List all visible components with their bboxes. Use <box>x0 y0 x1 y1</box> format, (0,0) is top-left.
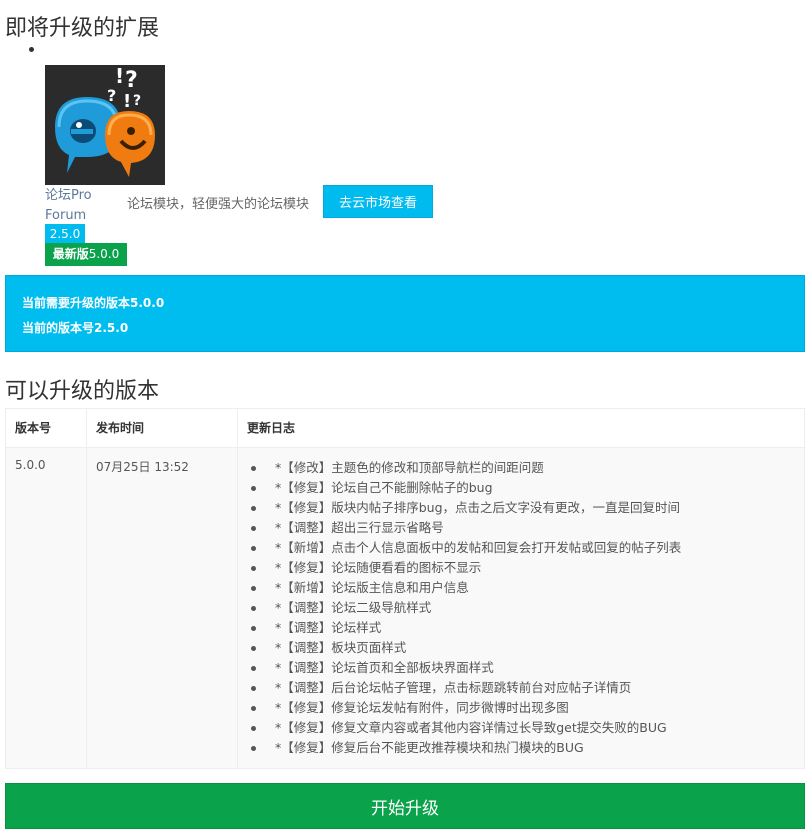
svg-text:?: ? <box>125 68 138 93</box>
latest-version-badge: 最新版5.0.0 <box>45 243 127 266</box>
cell-changelog: *【修改】主题色的修改和顶部导航栏的间距问题 *【修复】论坛自己不能删除帖子的b… <box>237 447 805 769</box>
list-item: *【新增】论坛版主信息和用户信息 <box>247 578 795 598</box>
list-item: *【修复】论坛随便看看的图标不显示 <box>247 558 795 578</box>
current-version-label: 当前的版本号 <box>22 321 95 335</box>
cell-date: 07月25日 13:52 <box>86 447 238 769</box>
version-info-box: 当前需要升级的版本5.0.0 当前的版本号2.5.0 <box>5 275 805 352</box>
list-item: *【修复】版块内帖子排序bug，点击之后文字没有更改，一直是回复时间 <box>247 498 795 518</box>
svg-text:!: ! <box>115 65 124 88</box>
list-item: *【调整】论坛首页和全部板块界面样式 <box>247 658 795 678</box>
svg-text:!: ! <box>123 91 131 112</box>
table-row: 5.0.0 07月25日 13:52 *【修改】主题色的修改和顶部导航栏的间距问… <box>5 447 805 769</box>
changelog-list: *【修改】主题色的修改和顶部导航栏的间距问题 *【修复】论坛自己不能删除帖子的b… <box>247 458 795 758</box>
list-item: *【调整】论坛样式 <box>247 618 795 638</box>
list-item: *【调整】超出三行显示省略号 <box>247 518 795 538</box>
column-header-changelog: 更新日志 <box>237 408 805 448</box>
latest-label: 最新版 <box>52 247 89 261</box>
svg-text:?: ? <box>107 86 116 105</box>
list-bullet <box>29 47 34 52</box>
required-version-line: 当前需要升级的版本5.0.0 <box>22 291 788 316</box>
current-version-value: 2.5.0 <box>94 321 129 335</box>
versions-table: 版本号 发布时间 更新日志 5.0.0 07月25日 13:52 *【修改】主题… <box>5 408 805 769</box>
latest-version: 5.0.0 <box>88 247 120 261</box>
list-item: *【修复】论坛自己不能删除帖子的bug <box>247 478 795 498</box>
versions-title: 可以升级的版本 <box>5 379 160 404</box>
svg-text:?: ? <box>133 93 141 109</box>
column-header-version: 版本号 <box>5 408 87 448</box>
plugin-name[interactable]: 论坛Pro Forum <box>45 186 92 226</box>
list-item: *【新增】点击个人信息面板中的发帖和回复会打开发帖或回复的帖子列表 <box>247 538 795 558</box>
current-version-badge: 2.5.0 <box>45 224 85 244</box>
required-version-value: 5.0.0 <box>130 296 165 310</box>
list-item: *【调整】板块页面样式 <box>247 638 795 658</box>
list-item: *【调整】论坛二级导航样式 <box>247 598 795 618</box>
plugin-name-line-2: Forum <box>45 208 87 223</box>
table-header-row: 版本号 发布时间 更新日志 <box>5 408 805 448</box>
column-header-date: 发布时间 <box>86 408 238 448</box>
plugin-description: 论坛模块，轻便强大的论坛模块 <box>127 197 310 212</box>
required-version-label: 当前需要升级的版本 <box>22 296 131 310</box>
forum-chat-bubbles-icon: ! ? ? ! ? <box>45 65 165 185</box>
plugin-name-line: 论坛Pro <box>45 188 92 203</box>
start-upgrade-button[interactable]: 开始升级 <box>5 783 805 829</box>
view-cloud-market-button[interactable]: 去云市场查看 <box>323 185 433 218</box>
list-item: *【修复】修复论坛发帖有附件，同步微博时出现多图 <box>247 698 795 718</box>
upcoming-title: 即将升级的扩展 <box>5 16 160 41</box>
current-version-line: 当前的版本号2.5.0 <box>22 316 788 341</box>
list-item: *【修复】修复文章内容或者其他内容详情过长导致get提交失败的BUG <box>247 718 795 738</box>
list-item: *【修改】主题色的修改和顶部导航栏的间距问题 <box>247 458 795 478</box>
list-item: *【修复】修复后台不能更改推荐模块和热门模块的BUG <box>247 738 795 758</box>
list-item: *【调整】后台论坛帖子管理，点击标题跳转前台对应帖子详情页 <box>247 678 795 698</box>
cell-version: 5.0.0 <box>5 447 87 769</box>
